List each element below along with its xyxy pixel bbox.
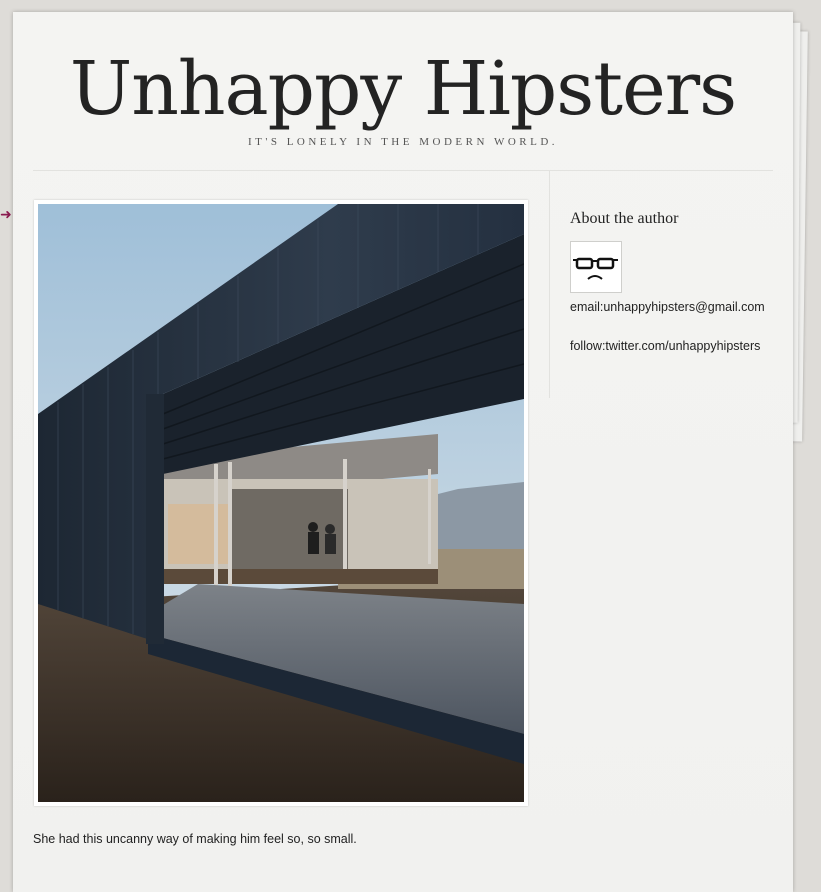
site-title[interactable]: Unhappy Hipsters <box>13 46 793 132</box>
sidebar-divider <box>549 170 550 398</box>
prev-post-arrow-icon[interactable]: ➜ <box>0 206 12 222</box>
post-caption: She had this uncanny way of making him f… <box>33 832 357 846</box>
site-tagline: It's lonely in the modern world. <box>247 136 559 148</box>
page: Unhappy Hipsters It's lonely in the mode… <box>13 12 793 892</box>
house-photo-illustration <box>38 204 524 802</box>
author-twitter[interactable]: follow:twitter.com/unhappyhipsters <box>570 339 760 353</box>
about-author-heading: About the author <box>570 210 679 227</box>
sad-glasses-face-icon <box>573 257 618 280</box>
author-avatar <box>570 241 622 293</box>
author-email[interactable]: email:unhappyhipsters@gmail.com <box>570 300 765 314</box>
post-photo-frame <box>34 200 528 806</box>
post-photo[interactable] <box>38 204 524 802</box>
header-divider <box>33 170 773 171</box>
